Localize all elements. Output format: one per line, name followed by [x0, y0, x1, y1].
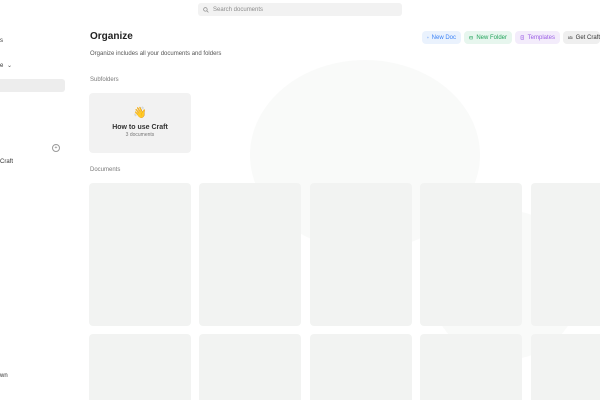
search-placeholder: Search documents	[213, 6, 264, 13]
document-card-placeholder[interactable]	[310, 183, 412, 326]
templates-button[interactable]: Templates	[515, 31, 560, 44]
sidebar-item-dropdown[interactable]: e ⌄	[0, 62, 12, 69]
sidebar-item-dropdown-label: e	[0, 63, 4, 69]
document-card-placeholder[interactable]	[531, 183, 600, 326]
document-card-placeholder[interactable]	[199, 183, 301, 326]
new-folder-button[interactable]: New Folder	[464, 31, 512, 44]
document-card-placeholder[interactable]	[420, 334, 522, 400]
folder-doc-count: 3 documents	[125, 132, 155, 138]
documents-heading: Documents	[90, 167, 121, 173]
waving-hand-icon: 👋	[133, 107, 147, 119]
folder-card[interactable]: 👋 How to use Craft 3 documents	[89, 93, 191, 153]
folder-name: How to use Craft	[112, 124, 168, 131]
new-doc-icon	[427, 36, 429, 39]
templates-label: Templates	[527, 34, 555, 41]
chevron-down-icon: ⌄	[7, 63, 13, 69]
new-folder-label: New Folder	[476, 34, 507, 41]
document-card-placeholder[interactable]	[310, 334, 412, 400]
new-doc-button[interactable]: New Doc	[422, 31, 461, 44]
get-craft-button[interactable]: Get Craft	[563, 31, 600, 44]
document-card-placeholder[interactable]	[199, 334, 301, 400]
crown-icon	[568, 35, 573, 39]
get-craft-label: Get Craft	[575, 34, 600, 41]
subfolders-heading: Subfolders	[90, 77, 119, 83]
sidebar-item-bottom[interactable]: wn	[0, 373, 8, 379]
sidebar-item-top[interactable]: s	[0, 38, 3, 44]
add-folder-icon[interactable]: +	[52, 144, 60, 152]
search-input[interactable]: Search documents	[198, 3, 402, 16]
page-subtitle: Organize includes all your documents and…	[90, 51, 222, 57]
sidebar: s e ⌄ + Craft wn	[0, 0, 68, 400]
search-icon	[203, 6, 209, 13]
new-doc-label: New Doc	[431, 34, 456, 41]
document-card-placeholder[interactable]	[89, 183, 191, 326]
templates-icon	[520, 35, 524, 40]
sidebar-item-selected[interactable]	[0, 79, 65, 92]
document-card-placeholder[interactable]	[89, 334, 191, 400]
document-card-placeholder[interactable]	[420, 183, 522, 326]
folder-icon	[469, 36, 474, 40]
sidebar-item-craft[interactable]: Craft	[0, 159, 13, 165]
document-card-placeholder[interactable]	[531, 334, 600, 400]
page-title: Organize	[90, 31, 133, 42]
